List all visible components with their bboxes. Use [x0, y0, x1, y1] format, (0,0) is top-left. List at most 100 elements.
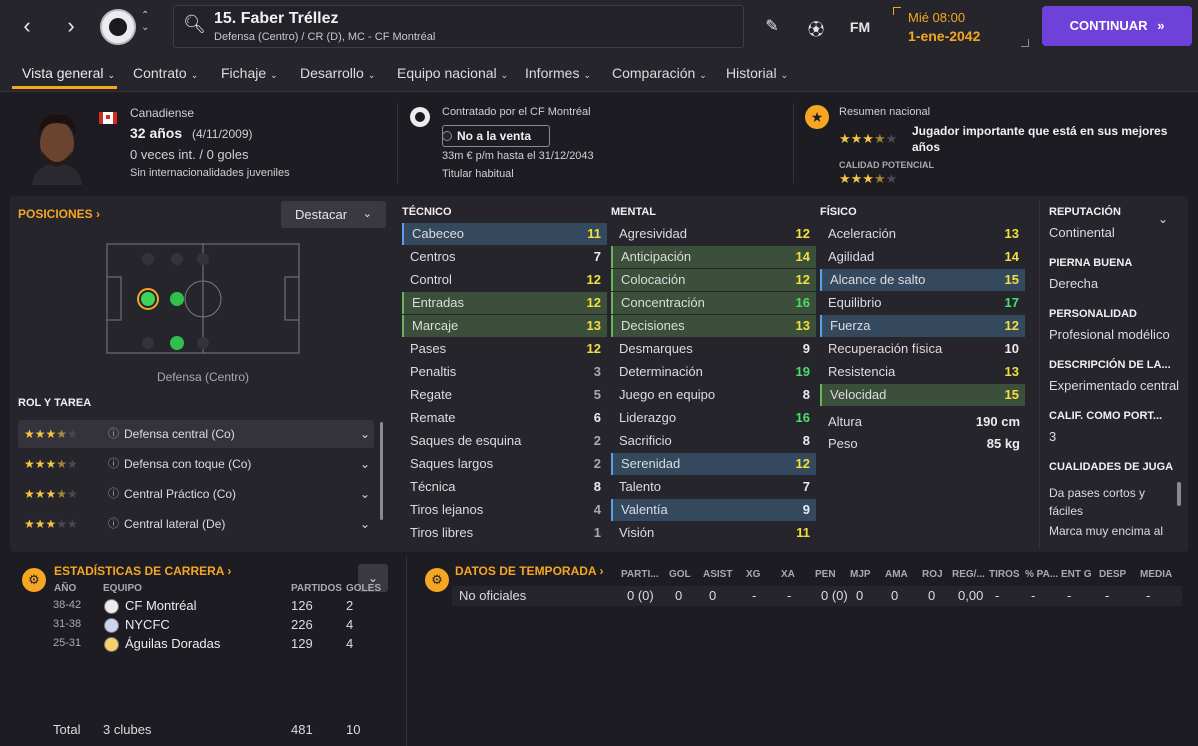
attribute-value: 12 [586, 272, 601, 287]
attribute-row[interactable]: Alcance de salto 15 [820, 269, 1025, 291]
game-date[interactable]: Mié 08:00 1-ene-2042 [893, 7, 1029, 47]
back-arrow-icon[interactable]: ‹ [14, 14, 40, 40]
attribute-row[interactable]: Concentración 16 [611, 292, 816, 314]
attribute-row[interactable]: Tiros libres 1 [402, 522, 607, 544]
chevron-down-icon[interactable]: ⌄ [1158, 212, 1168, 226]
season-col-header[interactable]: TIROS [989, 569, 1020, 580]
season-col-header[interactable]: AMA [885, 569, 908, 580]
career-stats-link[interactable]: ESTADÍSTICAS DE CARRERA › [54, 564, 231, 578]
attribute-row[interactable]: Fuerza 12 [820, 315, 1025, 337]
attribute-row[interactable]: Tiros lejanos 4 [402, 499, 607, 521]
attribute-row[interactable]: Visión 11 [611, 522, 816, 544]
attribute-row[interactable]: Sacrificio 8 [611, 430, 816, 452]
info-icon[interactable]: ⓘ [108, 480, 119, 508]
attribute-row[interactable]: Saques de esquina 2 [402, 430, 607, 452]
tab-fichaje[interactable]: Fichaje ⌄ [221, 65, 278, 81]
season-value: - [1105, 588, 1110, 603]
chevron-down-icon[interactable]: ⌄ [360, 510, 370, 538]
season-col-header[interactable]: ASIST [703, 569, 732, 580]
season-col-header[interactable]: % PA... [1025, 569, 1058, 580]
attribute-row[interactable]: Control 12 [402, 269, 607, 291]
continue-button[interactable]: CONTINUAR » [1042, 6, 1192, 46]
season-value: - [1146, 588, 1151, 603]
season-col-header[interactable]: PEN [815, 569, 836, 580]
sale-status-button[interactable]: No a la venta [442, 125, 550, 147]
attribute-row[interactable]: Saques largos 2 [402, 453, 607, 475]
chevron-down-icon[interactable]: ⌄ [360, 420, 370, 448]
role-row[interactable]: ★★★★★ ⓘ Defensa con toque (Co) ⌄ [18, 450, 374, 478]
season-row[interactable] [452, 586, 1182, 606]
attribute-row[interactable]: Regate 5 [402, 384, 607, 406]
attribute-row[interactable]: Determinación 19 [611, 361, 816, 383]
attribute-value: 13 [1004, 226, 1019, 241]
role-row[interactable]: ★★★★★ ⓘ Central lateral (De) ⌄ [18, 510, 374, 538]
attribute-row[interactable]: Remate 6 [402, 407, 607, 429]
attribute-row[interactable]: Agresividad 12 [611, 223, 816, 245]
tab-historial[interactable]: Historial ⌄ [726, 65, 788, 81]
attribute-row[interactable]: Talento 7 [611, 476, 816, 498]
forward-arrow-icon[interactable]: › [58, 14, 84, 40]
attribute-row[interactable]: Cabeceo 11 [402, 223, 607, 245]
roles-scrollbar[interactable] [380, 422, 383, 520]
attribute-row[interactable]: Entradas 12 [402, 292, 607, 314]
info-icon[interactable]: ⓘ [108, 420, 119, 448]
chevron-down-icon[interactable]: ⌄ [360, 480, 370, 508]
season-col-header[interactable]: ENT G [1061, 569, 1092, 580]
tab-equipo-nacional[interactable]: Equipo nacional ⌄ [397, 65, 508, 81]
qualities-scrollbar[interactable] [1177, 482, 1181, 506]
season-col-header[interactable]: ROJ [922, 569, 943, 580]
season-col-header[interactable]: PARTI... [621, 569, 659, 580]
fm-menu-button[interactable]: FM [846, 16, 874, 40]
attribute-row[interactable]: Aceleración 13 [820, 223, 1025, 245]
attribute-row[interactable]: Agilidad 14 [820, 246, 1025, 268]
attribute-row[interactable]: Juego en equipo 8 [611, 384, 816, 406]
season-col-header[interactable]: REG/... [952, 569, 985, 580]
tab-vista-general[interactable]: Vista general ⌄ [22, 65, 115, 81]
role-row[interactable]: ★★★★★ ⓘ Central Práctico (Co) ⌄ [18, 480, 374, 508]
chevron-down-icon[interactable]: ⌄ [360, 450, 370, 478]
attribute-row[interactable]: Centros 7 [402, 246, 607, 268]
season-stats-link[interactable]: DATOS DE TEMPORADA › [455, 564, 603, 578]
attribute-row[interactable]: Liderazgo 16 [611, 407, 816, 429]
tab-comparacion[interactable]: Comparación ⌄ [612, 65, 707, 81]
positions-link[interactable]: POSICIONES › [18, 207, 100, 221]
season-col-header[interactable]: MJP [850, 569, 871, 580]
info-icon[interactable]: ⓘ [108, 450, 119, 478]
tab-contrato[interactable]: Contrato ⌄ [133, 65, 198, 81]
highlight-dropdown[interactable]: Destacar ⌄ [281, 201, 386, 228]
chevron-down-icon: ⌄ [780, 70, 789, 80]
attribute-row[interactable]: Equilibrio 17 [820, 292, 1025, 314]
attribute-row[interactable]: Recuperación física 10 [820, 338, 1025, 360]
season-col-header[interactable]: MEDIA [1140, 569, 1172, 580]
season-col-header[interactable]: DESP [1099, 569, 1126, 580]
attribute-row[interactable]: Marcaje 13 [402, 315, 607, 337]
attribute-row[interactable]: Colocación 12 [611, 269, 816, 291]
club-logo [100, 9, 136, 45]
football-icon[interactable]: ⚽︎ [804, 16, 828, 40]
season-col-header[interactable]: GOL [669, 569, 691, 580]
attribute-row[interactable]: Valentía 9 [611, 499, 816, 521]
attribute-value: 8 [802, 387, 810, 402]
player-search-box[interactable]: 🔍︎ 15. Faber Tréllez Defensa (Centro) / … [173, 5, 744, 48]
player-switch-chevrons-icon[interactable]: ⌃ ⌄ [141, 10, 149, 34]
roles-title: ROL Y TAREA [18, 397, 92, 409]
role-row[interactable]: ★★★★★ ⓘ Defensa central (Co) ⌄ [18, 420, 374, 448]
info-icon[interactable]: ⓘ [108, 510, 119, 538]
season-col-header[interactable]: XG [746, 569, 760, 580]
attribute-row[interactable]: Desmarques 9 [611, 338, 816, 360]
attribute-row[interactable]: Técnica 8 [402, 476, 607, 498]
attribute-row[interactable]: Decisiones 13 [611, 315, 816, 337]
role-label: Defensa con toque (Co) [124, 457, 252, 471]
attribute-row[interactable]: Resistencia 13 [820, 361, 1025, 383]
edit-pencil-icon[interactable]: ✎ [760, 16, 784, 40]
career-team: Águilas Doradas [125, 636, 221, 651]
attribute-row[interactable]: Velocidad 15 [820, 384, 1025, 406]
attribute-row[interactable]: Pases 12 [402, 338, 607, 360]
attribute-row[interactable]: Serenidad 12 [611, 453, 816, 475]
attribute-row[interactable]: Penaltis 3 [402, 361, 607, 383]
tab-informes[interactable]: Informes ⌄ [525, 65, 591, 81]
attribute-name: Control [410, 272, 452, 287]
tab-desarrollo[interactable]: Desarrollo ⌄ [300, 65, 375, 81]
season-col-header[interactable]: XA [781, 569, 795, 580]
attribute-row[interactable]: Anticipación 14 [611, 246, 816, 268]
